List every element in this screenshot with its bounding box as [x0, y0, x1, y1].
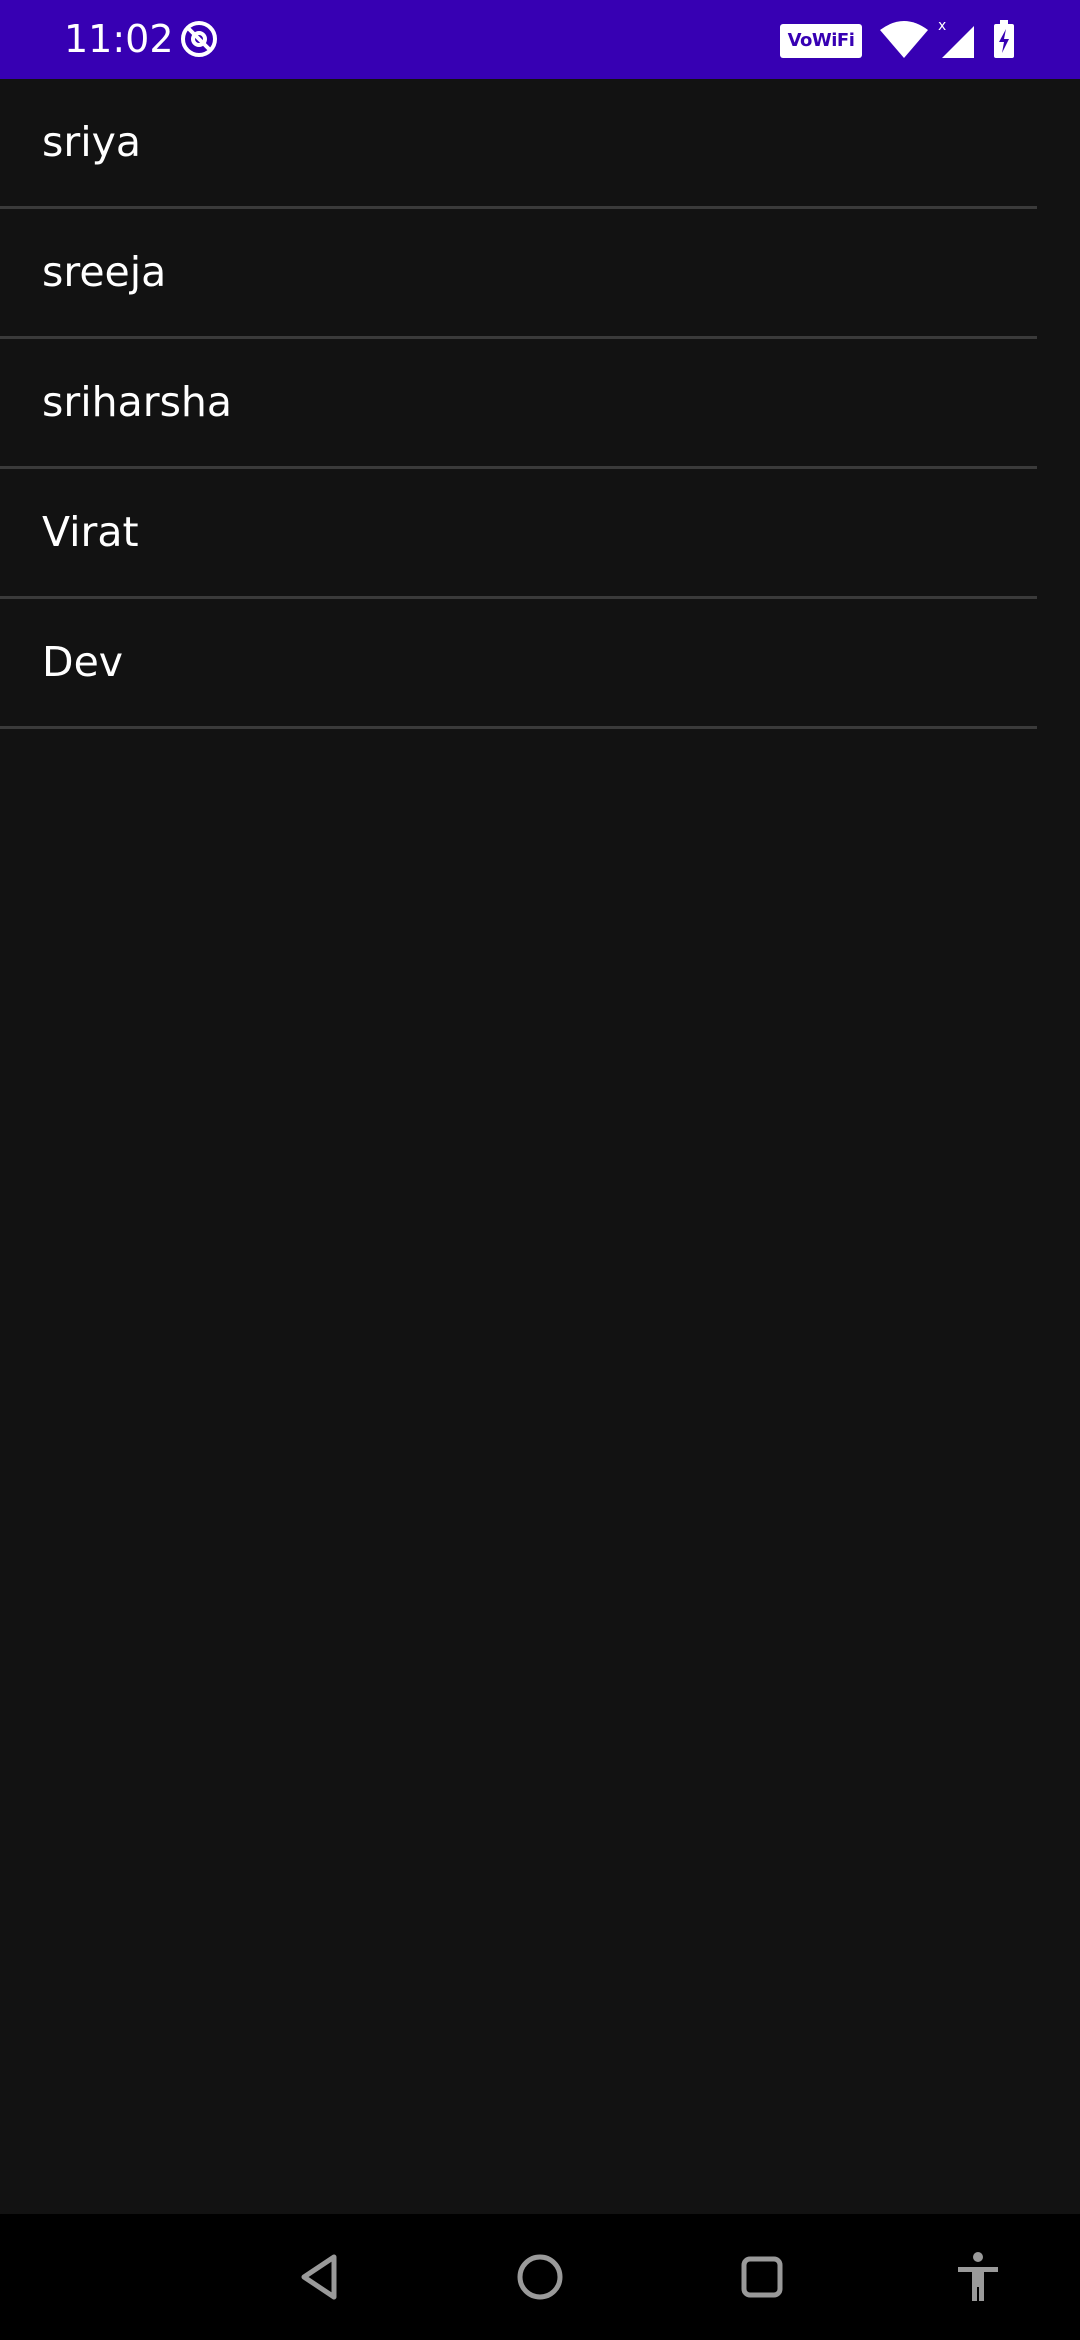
- accessibility-icon[interactable]: [948, 2247, 1008, 2307]
- svg-text:x: x: [938, 18, 946, 34]
- back-icon[interactable]: [290, 2247, 350, 2307]
- list-item-label: Virat: [42, 508, 139, 556]
- wifi-icon: [878, 20, 930, 60]
- list-item[interactable]: Dev: [0, 599, 1037, 729]
- navigation-bar: [0, 2214, 1080, 2340]
- list-item[interactable]: sriya: [0, 79, 1037, 209]
- recents-icon[interactable]: [732, 2247, 792, 2307]
- list-item[interactable]: sriharsha: [0, 339, 1037, 469]
- status-time: 11:02: [64, 17, 174, 61]
- battery-charging-icon: [992, 20, 1016, 60]
- sync-off-icon: [178, 18, 220, 60]
- list-item[interactable]: Virat: [0, 469, 1037, 599]
- names-list: sriya sreeja sriharsha Virat Dev: [0, 79, 1037, 729]
- list-item-label: sreeja: [42, 248, 167, 296]
- status-bar: 11:02 VoWiFi x: [0, 0, 1080, 79]
- home-icon[interactable]: [510, 2247, 570, 2307]
- vowifi-badge: VoWiFi: [780, 24, 862, 58]
- list-item-label: sriharsha: [42, 378, 233, 426]
- cell-signal-icon: x: [938, 18, 978, 60]
- app-screen: 11:02 VoWiFi x sriya sreeja sriharsha Vi…: [0, 0, 1080, 2340]
- list-item-label: Dev: [42, 638, 124, 686]
- list-item-label: sriya: [42, 118, 141, 166]
- list-item[interactable]: sreeja: [0, 209, 1037, 339]
